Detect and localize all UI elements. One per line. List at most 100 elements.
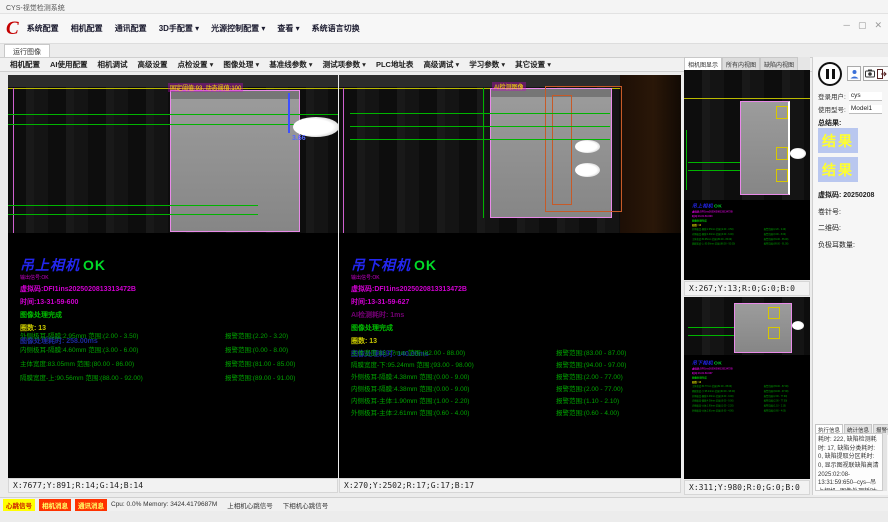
measure-line-green bbox=[688, 162, 740, 163]
app-logo-icon: C bbox=[6, 19, 19, 38]
toolbar-other-settings[interactable]: 其它设置 ▾ bbox=[515, 59, 551, 70]
maximize-icon[interactable]: ▢ bbox=[858, 20, 867, 31]
tab-camera-display[interactable]: 相机图显示 bbox=[684, 57, 722, 70]
left-camera-view[interactable]: 固定阈值:93, 动态阈值:100 3.66 吊上相机OK 输出信号:OK 虚拟… bbox=[8, 75, 338, 478]
mid-camera-view[interactable]: AI检测图像 吊下相机OK 输出信号:OK 虚拟码:DFI1ins2025020… bbox=[339, 75, 681, 478]
camera-title: 吊上相机 bbox=[20, 257, 80, 273]
roi-box-yellow bbox=[776, 147, 788, 160]
result-badge-2: 结果 bbox=[818, 157, 858, 182]
measurement-row: 隔膜宽度-上:90.56mm 范围:(88.00 - 92.00)报警范围:(8… bbox=[20, 372, 338, 386]
toolbar-test-item-params[interactable]: 测试项参数 ▾ bbox=[323, 59, 366, 70]
toolbar-advanced-debug[interactable]: 高级调试 ▾ bbox=[423, 59, 459, 70]
tab-blob bbox=[575, 163, 600, 177]
pause-icon bbox=[826, 69, 829, 79]
measurement-row: 外侧极耳-主体:2.61mm 范围:(0.60 - 4.00)报警范围:(0.6… bbox=[351, 407, 676, 419]
menu-comm-config[interactable]: 通讯配置 bbox=[115, 23, 147, 34]
tab-defect-inner-views[interactable]: 缺陷内视图 bbox=[760, 57, 798, 70]
tab-blob bbox=[575, 140, 600, 153]
window-titlebar[interactable]: CYS-视觉检测系统 bbox=[0, 0, 888, 14]
menu-light-control-config[interactable]: 光源控制配置 ▾ bbox=[211, 23, 265, 34]
login-user-value[interactable]: cys bbox=[849, 92, 882, 101]
toolbar-camera-config[interactable]: 相机配置 bbox=[10, 59, 40, 70]
mini-view-bottom[interactable]: 吊下相机OK 虚拟码:DFI1ins2025020813313472B 时间:1… bbox=[684, 297, 810, 479]
total-result-label: 总结果: bbox=[818, 118, 841, 128]
menu-view[interactable]: 查看 ▾ bbox=[277, 23, 299, 34]
cpu-memory-text: Cpu: 0.0% Memory: 3424.4179687M bbox=[111, 501, 217, 508]
menu-camera-config[interactable]: 相机配置 bbox=[71, 23, 103, 34]
neg-tab-count-label: 负极耳数量: bbox=[818, 240, 855, 250]
user-icon bbox=[850, 69, 859, 79]
pause-button[interactable] bbox=[818, 62, 842, 86]
mini-bottom-pixel-coords: X:311;Y:980;R:0;G:0;B:0 bbox=[684, 480, 810, 495]
menu-3d-hand-config[interactable]: 3D手配置 ▾ bbox=[159, 23, 199, 34]
toolbar-ai-usage-config[interactable]: AI使用配置 bbox=[50, 59, 88, 70]
measure-line-green bbox=[350, 113, 610, 114]
measurement-row: 主体宽度:83.77mm 范围:(82.00 - 88.00)报警范围:(83.… bbox=[351, 347, 676, 359]
tab-blob bbox=[293, 117, 338, 137]
toolbar-plc-address-table[interactable]: PLC地址表 bbox=[376, 59, 414, 70]
time-line: 时间:13-31-59-600 bbox=[20, 297, 136, 307]
roi-box-yellow bbox=[776, 169, 788, 182]
window-title: CYS-视觉检测系统 bbox=[6, 5, 65, 12]
measure-line-green bbox=[8, 214, 258, 215]
mini-scene bbox=[684, 70, 810, 200]
logout-icon bbox=[877, 69, 887, 79]
blue-measure-value: 3.66 bbox=[292, 135, 306, 142]
tab-all-inner-views[interactable]: 所有内视图 bbox=[722, 57, 760, 70]
threshold-overlay-label: 固定阈值:93, 动态阈值:100 bbox=[168, 83, 243, 92]
left-camera-scene: 固定阈值:93, 动态阈值:100 3.66 bbox=[8, 75, 338, 233]
measurement-row: 主体宽度:83.05mm 范围:(80.00 - 86.00)报警范围:(81.… bbox=[20, 358, 338, 372]
camera-title: 吊下相机 bbox=[351, 257, 411, 273]
toolbar-image-processing[interactable]: 图像处理 ▾ bbox=[223, 59, 259, 70]
tab-blob bbox=[792, 321, 804, 330]
reference-line-yellow bbox=[684, 98, 810, 99]
close-icon[interactable]: ✕ bbox=[874, 20, 882, 31]
logout-button[interactable] bbox=[875, 66, 888, 81]
mini-view-top[interactable]: 吊上相机OK 虚拟码:DFI1ins2025020813313472B 时间:1… bbox=[684, 70, 810, 280]
mini-scene bbox=[684, 297, 810, 355]
measurement-row: 内侧极耳-主体:1.90mm 范围:(1.00 - 2.20)报警范围:(1.1… bbox=[351, 395, 676, 407]
toolbar-learning-params[interactable]: 学习参数 ▾ bbox=[469, 59, 505, 70]
left-measurements: 外侧极耳-隔膜:2.95mm 范围:(2.00 - 3.50)报警范围:(2.2… bbox=[20, 330, 338, 386]
tab-run-image[interactable]: 运行图像 bbox=[4, 44, 50, 57]
camera-status: OK bbox=[83, 257, 106, 273]
minimize-icon[interactable]: ─ bbox=[844, 20, 850, 31]
processing-done-line: 图像处理完成 bbox=[20, 310, 136, 320]
output-signal: 输出信号:OK bbox=[351, 274, 467, 281]
menu-bar: C 系统配置 相机配置 通讯配置 3D手配置 ▾ 光源控制配置 ▾ 查看 ▾ 系… bbox=[0, 14, 888, 44]
ai-cost-line: AI检测耗时: 1ms bbox=[351, 310, 467, 320]
measure-line-green bbox=[688, 335, 734, 336]
measurement-row: 隔膜宽度-下:95.24mm 范围:(93.00 - 98.00)报警范围:(9… bbox=[351, 359, 676, 371]
camera-status: OK bbox=[414, 257, 437, 273]
needle-number-label: 卷针号: bbox=[818, 207, 841, 217]
roi-box-yellow bbox=[768, 327, 780, 339]
login-user-row: 登录用户: cys bbox=[818, 91, 882, 101]
toolbar-baseline-params[interactable]: 基准线参数 ▾ bbox=[269, 59, 312, 70]
log-scrollbar[interactable] bbox=[883, 433, 887, 491]
model-value[interactable]: Model1 bbox=[849, 105, 882, 114]
comm-message-badge: 通讯消息 bbox=[75, 499, 107, 511]
measurement-row: 内侧极耳-隔膜:4.60mm 范围:(3.00 - 6.00)报警范围:(0.0… bbox=[20, 344, 338, 358]
user-lock-button[interactable] bbox=[847, 66, 861, 81]
measure-vline-green bbox=[483, 88, 484, 218]
lower-camera-heartbeat: 下相机心跳信号 bbox=[283, 500, 329, 510]
mid-result-text: 吊下相机OK 输出信号:OK 虚拟码:DFI1ins20250208133134… bbox=[351, 255, 467, 359]
measurement-row: 外侧极耳-隔膜:2.95mm 范围:(2.00 - 3.50)报警范围:(2.2… bbox=[20, 330, 338, 344]
result-badge-1: 结果 bbox=[818, 128, 858, 153]
measure-line-green bbox=[350, 139, 610, 140]
toolbar-camera-debug[interactable]: 相机调试 bbox=[98, 59, 128, 70]
mini-top-pixel-coords: X:267;Y:13;R:0;G:0;B:0 bbox=[684, 281, 810, 296]
toolbar-advanced-settings[interactable]: 高级设置 bbox=[138, 59, 168, 70]
battery-cell-region bbox=[734, 303, 792, 353]
execution-log[interactable]: 耗时: 222, 缺陷检测耗时: 17, 缺陷分类耗时: 0, 缺陷提取分区耗时… bbox=[815, 433, 883, 491]
toolbar-spotcheck-settings[interactable]: 点检设置 ▾ bbox=[178, 59, 214, 70]
machine-side-region bbox=[620, 75, 681, 233]
mid-measurements: 主体宽度:83.77mm 范围:(82.00 - 88.00)报警范围:(83.… bbox=[351, 347, 676, 419]
camera-icon bbox=[865, 69, 875, 78]
measure-vline-green bbox=[686, 130, 687, 190]
cell-top-shade bbox=[171, 91, 299, 99]
measurement-row: 外侧极耳-隔膜:4.38mm 范围:(0.00 - 9.00)报警范围:(2.0… bbox=[351, 371, 676, 383]
menu-system-config[interactable]: 系统配置 bbox=[27, 23, 59, 34]
menu-language-switch[interactable]: 系统语言切换 bbox=[312, 23, 360, 34]
measure-line-green bbox=[688, 327, 734, 328]
